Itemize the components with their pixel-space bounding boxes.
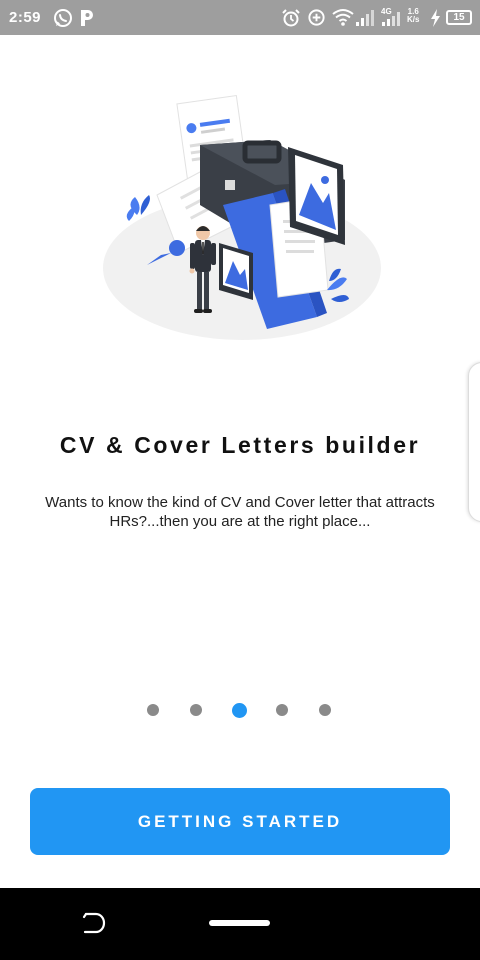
page-dot[interactable] xyxy=(190,704,202,716)
battery-icon: 15 xyxy=(446,10,472,25)
page-indicator xyxy=(147,703,337,718)
4g-signal-icon: 4G xyxy=(381,7,400,26)
page-dot-active[interactable] xyxy=(231,703,247,718)
home-pill-icon[interactable] xyxy=(209,920,270,926)
back-icon[interactable] xyxy=(80,910,106,936)
whatsapp-icon xyxy=(54,9,72,27)
onboarding-description: Wants to know the kind of CV and Cover l… xyxy=(45,494,435,530)
status-time: 2:59 xyxy=(9,9,42,26)
page-dot[interactable] xyxy=(276,704,288,716)
alarm-icon xyxy=(282,9,300,27)
status-bar: 2:59 4G 1.6 K/s 15 xyxy=(0,0,480,35)
signal-icon xyxy=(356,10,374,26)
svg-text:4G: 4G xyxy=(381,7,392,16)
battery-level: 15 xyxy=(453,12,465,23)
data-saver-icon xyxy=(308,9,325,26)
network-speed: 1.6 K/s xyxy=(407,8,419,24)
onboarding-title: CV & Cover Letters builder xyxy=(59,432,421,458)
page-dot[interactable] xyxy=(147,704,159,716)
cv-builder-illustration xyxy=(103,94,381,340)
page-dot[interactable] xyxy=(319,704,331,716)
getting-started-button[interactable]: GETTING STARTED xyxy=(30,788,450,855)
p-app-icon xyxy=(81,10,93,26)
charging-icon xyxy=(431,9,440,27)
network-speed-unit: K/s xyxy=(407,15,420,24)
wifi-icon xyxy=(332,9,354,26)
